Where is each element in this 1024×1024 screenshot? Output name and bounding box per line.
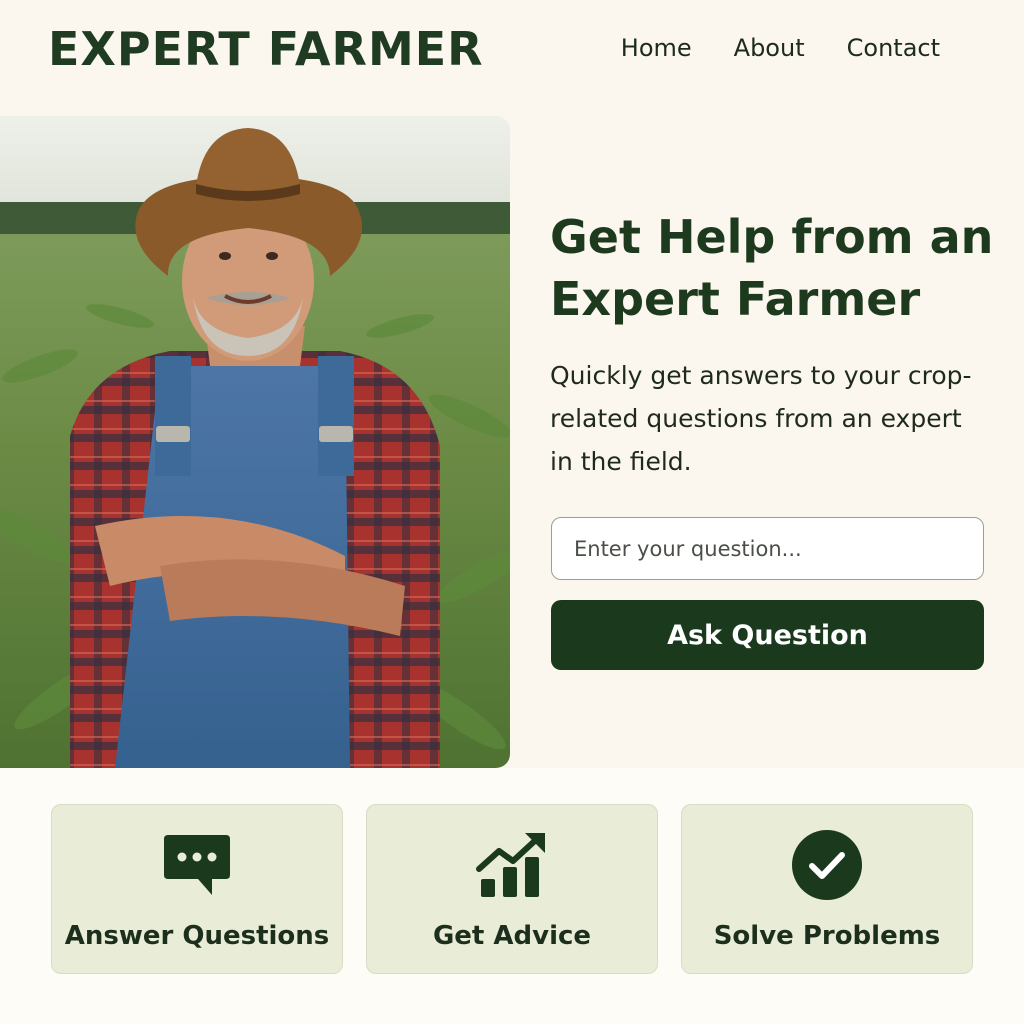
farmer-photo: [0, 116, 510, 768]
nav-link-about[interactable]: About: [734, 34, 805, 62]
feature-label: Solve Problems: [713, 921, 941, 951]
ask-question-button[interactable]: Ask Question: [551, 600, 984, 670]
check-circle-icon: [791, 829, 863, 905]
hero-headline: Get Help from an Expert Farmer: [550, 210, 994, 326]
question-input[interactable]: [551, 517, 984, 580]
growth-chart-icon: [475, 829, 549, 903]
feature-card-answer-questions[interactable]: Answer Questions: [51, 804, 343, 974]
nav-link-contact[interactable]: Contact: [847, 34, 940, 62]
chat-bubble-icon: [162, 829, 232, 903]
nav-link-home[interactable]: Home: [621, 34, 692, 62]
feature-card-get-advice[interactable]: Get Advice: [366, 804, 658, 974]
feature-label: Get Advice: [432, 921, 592, 951]
hero-subtext: Quickly get answers to your crop-related…: [550, 361, 972, 476]
main-nav: Home About Contact: [621, 34, 940, 62]
feature-label: Answer Questions: [64, 921, 330, 951]
site-logo[interactable]: EXPERT FARMER: [48, 22, 484, 76]
feature-card-solve-problems[interactable]: Solve Problems: [681, 804, 973, 974]
